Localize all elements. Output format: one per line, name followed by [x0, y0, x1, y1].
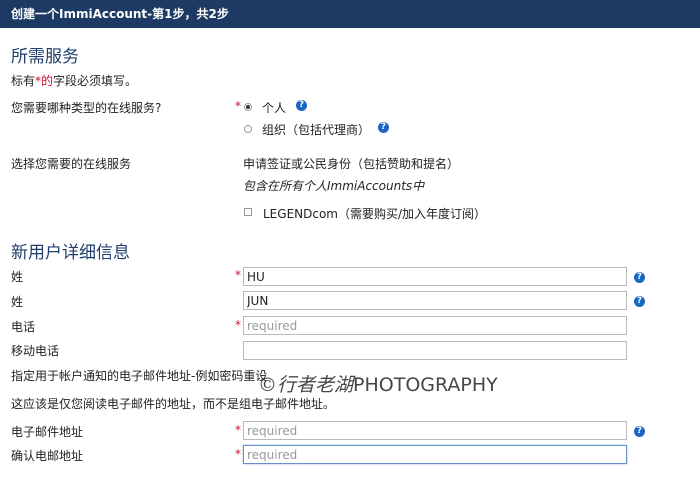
help-icon[interactable]: ? [378, 122, 389, 133]
phone-input[interactable] [243, 316, 627, 335]
radio-organisation-label[interactable]: 组织（包括代理商） [262, 121, 370, 138]
email-label: 电子邮件地址 [11, 425, 84, 439]
page-header: 创建一个ImmiAccount-第1步，共2步 [0, 0, 700, 28]
required-marker: * [235, 99, 241, 113]
legendcom-label[interactable]: LEGENDcom（需要购买/加入年度订阅） [263, 205, 486, 222]
surname-input[interactable] [243, 267, 627, 286]
radio-organisation[interactable] [244, 125, 252, 133]
email-note: 这应该是仅您阅读电子邮件的地址，而不是组电子邮件地址。 [11, 397, 336, 411]
required-marker: * [235, 423, 241, 437]
phone-label: 电话 [11, 320, 36, 334]
required-marker: * [235, 447, 241, 461]
given-name-label: 姓 [11, 295, 24, 309]
help-icon[interactable]: ? [634, 272, 645, 283]
mobile-input[interactable] [243, 341, 627, 360]
help-icon[interactable]: ? [296, 100, 307, 111]
email-hint: 指定用于帐户通知的电子邮件地址-例如密码重设 [11, 369, 268, 383]
confirm-email-label: 确认电邮地址 [11, 449, 84, 463]
help-icon[interactable]: ? [634, 426, 645, 437]
surname-label: 姓 [11, 270, 24, 284]
given-name-input[interactable] [243, 291, 627, 310]
radio-individual[interactable] [244, 103, 252, 111]
confirm-email-input[interactable] [243, 445, 627, 464]
mobile-label: 移动电话 [11, 344, 60, 358]
service-included-note: 包含在所有个人ImmiAccounts中 [243, 179, 425, 193]
online-service-label: 选择您需要的在线服务 [11, 157, 132, 171]
services-section-title: 所需服务 [11, 47, 79, 67]
radio-individual-label[interactable]: 个人 [262, 99, 286, 116]
watermark: ©行者老湖PHOTOGRAPHY [258, 374, 498, 396]
page-header-title: 创建一个ImmiAccount-第1步，共2步 [11, 7, 229, 21]
service-visa-application: 申请签证或公民身份（包括赞助和提名） [243, 157, 460, 171]
required-note: 标有*的字段必须填写。 [11, 74, 138, 88]
email-input[interactable] [243, 421, 627, 440]
required-marker: * [235, 268, 241, 282]
required-marker: * [235, 318, 241, 332]
legendcom-checkbox[interactable] [244, 208, 252, 216]
help-icon[interactable]: ? [634, 296, 645, 307]
user-details-section-title: 新用户详细信息 [11, 243, 130, 263]
service-type-label: 您需要哪种类型的在线服务? [11, 101, 162, 115]
